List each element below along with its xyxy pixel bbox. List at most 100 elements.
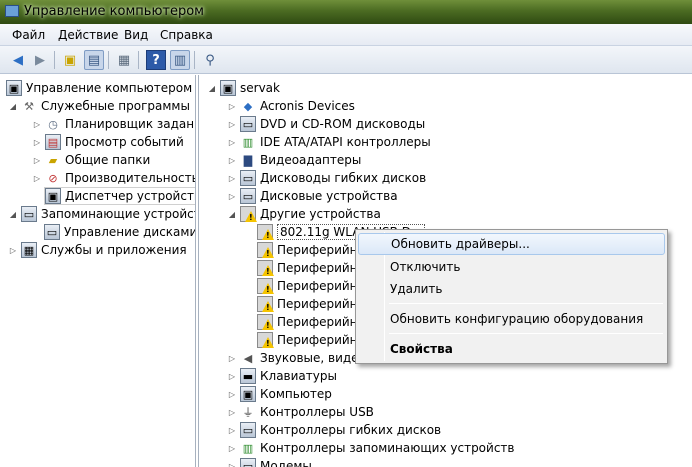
expand-arrow-icon[interactable]: ▷ <box>8 246 18 255</box>
category-disk-drives[interactable]: ▷ ▭ Дисковые устройства <box>227 187 398 205</box>
disk-drive-icon: ▭ <box>240 188 256 204</box>
device-label: Периферийно <box>277 297 365 311</box>
update-drivers-menu-item[interactable]: Обновить драйверы... <box>358 233 665 255</box>
device-label: Периферийно <box>277 279 365 293</box>
tree-item-storage[interactable]: ◢ ▭ Запоминающие устройст <box>8 205 195 223</box>
category-usb[interactable]: ▷ ⏚ Контроллеры USB <box>227 403 374 421</box>
expand-arrow-icon[interactable]: ▷ <box>227 462 237 467</box>
tree-item-task-scheduler[interactable]: ▷ ◷ Планировщик заданий <box>32 115 196 133</box>
category-label: Контроллеры гибких дисков <box>260 423 442 437</box>
expand-arrow-icon[interactable]: ▷ <box>32 120 42 129</box>
modem-icon: ▭ <box>240 458 256 467</box>
category-ide[interactable]: ▷ ▥ IDE ATA/ATAPI контроллеры <box>227 133 431 151</box>
tree-item-label: Производительность <box>65 171 196 185</box>
collapse-arrow-icon[interactable]: ◢ <box>8 102 18 111</box>
properties-menu-item[interactable]: Свойства <box>358 338 665 360</box>
expand-arrow-icon[interactable]: ▷ <box>227 102 237 111</box>
menu-file[interactable]: Файл <box>12 28 45 42</box>
category-computer[interactable]: ▷ ▣ Компьютер <box>227 385 332 403</box>
app-icon <box>5 5 19 17</box>
menu-action[interactable]: Действие <box>58 28 118 42</box>
expand-arrow-icon[interactable]: ▷ <box>227 444 237 453</box>
tree-item-label: Управление компьютером (л <box>26 81 196 95</box>
back-arrow-icon[interactable]: ◀ <box>8 50 28 70</box>
menu-help[interactable]: Справка <box>160 28 213 42</box>
floppy-drive-icon: ▭ <box>240 170 256 186</box>
category-floppy-drives[interactable]: ▷ ▭ Дисководы гибких дисков <box>227 169 426 187</box>
scan-hardware-menu-item[interactable]: Обновить конфигурацию оборудования <box>358 308 665 330</box>
expand-arrow-icon[interactable]: ▷ <box>32 138 42 147</box>
warning-icon: ! <box>257 332 274 348</box>
event-viewer-icon: ▤ <box>45 134 61 150</box>
expand-arrow-icon[interactable]: ▷ <box>227 192 237 201</box>
expand-arrow-icon[interactable]: ▷ <box>32 156 42 165</box>
category-sound[interactable]: ▷ ◀ Звуковые, видео <box>227 349 366 367</box>
tree-item-services-apps[interactable]: ▷ ▦ Службы и приложения <box>8 241 187 259</box>
tools-icon: ⚒ <box>24 99 34 113</box>
delete-menu-item[interactable]: Удалить <box>358 278 665 300</box>
expand-arrow-icon[interactable]: ▷ <box>32 174 42 183</box>
tree-item-performance[interactable]: ▷ ⊘ Производительность <box>32 169 196 187</box>
device-peripheral[interactable]: ! Периферийно <box>257 295 365 313</box>
collapse-arrow-icon[interactable]: ◢ <box>227 210 237 219</box>
expand-arrow-icon[interactable]: ▷ <box>227 426 237 435</box>
category-keyboards[interactable]: ▷ ▬ Клавиатуры <box>227 367 337 385</box>
console-tree-pane: ▣ Управление компьютером (л ◢ ⚒ Служебны… <box>0 75 196 467</box>
properties-icon[interactable]: ▦ <box>114 50 134 70</box>
device-peripheral[interactable]: ! Периферийно <box>257 313 365 331</box>
tree-item-label: Службы и приложения <box>41 243 187 257</box>
category-acronis[interactable]: ▷ ◆ Acronis Devices <box>227 97 355 115</box>
expand-arrow-icon[interactable]: ▷ <box>227 408 237 417</box>
tree-item-device-manager[interactable]: ▣ Диспетчер устройств <box>44 187 195 205</box>
disable-menu-item[interactable]: Отключить <box>358 256 665 278</box>
expand-arrow-icon[interactable]: ▷ <box>227 120 237 129</box>
tree-item-shared-folders[interactable]: ▷ ▰ Общие папки <box>32 151 150 169</box>
toolbar-separator <box>54 51 55 69</box>
category-other-devices[interactable]: ◢ ! Другие устройства <box>227 205 381 223</box>
device-peripheral[interactable]: ! Периферийно <box>257 277 365 295</box>
expand-arrow-icon[interactable]: ▷ <box>227 390 237 399</box>
category-floppy-controllers[interactable]: ▷ ▭ Контроллеры гибких дисков <box>227 421 441 439</box>
category-label: Acronis Devices <box>260 99 355 113</box>
tree-item-label: Служебные программы <box>41 99 190 113</box>
expand-arrow-icon[interactable]: ▷ <box>227 174 237 183</box>
tree-item-disk-management[interactable]: ▭ Управление дисками <box>44 223 195 241</box>
tree-item-label: Планировщик заданий <box>65 117 196 131</box>
action-pane-icon[interactable]: ▥ <box>170 50 190 70</box>
expand-arrow-icon[interactable]: ▷ <box>227 138 237 147</box>
window-title: Управление компьютером <box>24 4 204 19</box>
device-peripheral[interactable]: ! Периферийно <box>257 241 365 259</box>
device-peripheral[interactable]: ! Периферийно <box>257 331 365 349</box>
device-root[interactable]: ◢ ▣ servak <box>207 79 280 97</box>
keyboard-icon: ▬ <box>240 368 256 384</box>
toolbar: ◀ ▶ ▣ ▤ ▦ ? ▥ ⚲ <box>0 46 692 74</box>
help-icon[interactable]: ? <box>146 50 166 70</box>
scan-hardware-icon[interactable]: ⚲ <box>200 50 220 70</box>
tree-item-system-tools[interactable]: ◢ ⚒ Служебные программы <box>8 97 190 115</box>
category-dvd[interactable]: ▷ ▭ DVD и CD-ROM дисководы <box>227 115 425 133</box>
collapse-arrow-icon[interactable]: ◢ <box>207 84 217 93</box>
tree-item-label: Просмотр событий <box>65 135 184 149</box>
expand-arrow-icon[interactable]: ▷ <box>227 372 237 381</box>
category-modems[interactable]: ▷ ▭ Модемы <box>227 457 312 467</box>
tree-item-root[interactable]: ▣ Управление компьютером (л <box>6 79 196 97</box>
menu-view[interactable]: Вид <box>124 28 148 42</box>
device-manager-icon: ▣ <box>45 188 61 204</box>
expand-arrow-icon[interactable]: ▷ <box>227 354 237 363</box>
show-hide-tree-icon[interactable]: ▤ <box>84 50 104 70</box>
collapse-arrow-icon[interactable]: ◢ <box>8 210 18 219</box>
category-video[interactable]: ▷ ▇ Видеоадаптеры <box>227 151 361 169</box>
tree-item-event-viewer[interactable]: ▷ ▤ Просмотр событий <box>32 133 184 151</box>
device-peripheral[interactable]: ! Периферийно <box>257 259 365 277</box>
category-label: IDE ATA/ATAPI контроллеры <box>260 135 431 149</box>
toolbar-separator <box>108 51 109 69</box>
category-label: Компьютер <box>260 387 332 401</box>
forward-arrow-icon[interactable]: ▶ <box>30 50 50 70</box>
context-menu-separator <box>389 303 663 304</box>
device-label: Периферийно <box>277 243 365 257</box>
device-root-label: servak <box>240 81 280 95</box>
expand-arrow-icon[interactable]: ▷ <box>227 156 237 165</box>
up-folder-icon[interactable]: ▣ <box>60 50 80 70</box>
device-category-icon: ◆ <box>243 99 253 113</box>
category-storage-controllers[interactable]: ▷ ▥ Контроллеры запоминающих устройств <box>227 439 515 457</box>
